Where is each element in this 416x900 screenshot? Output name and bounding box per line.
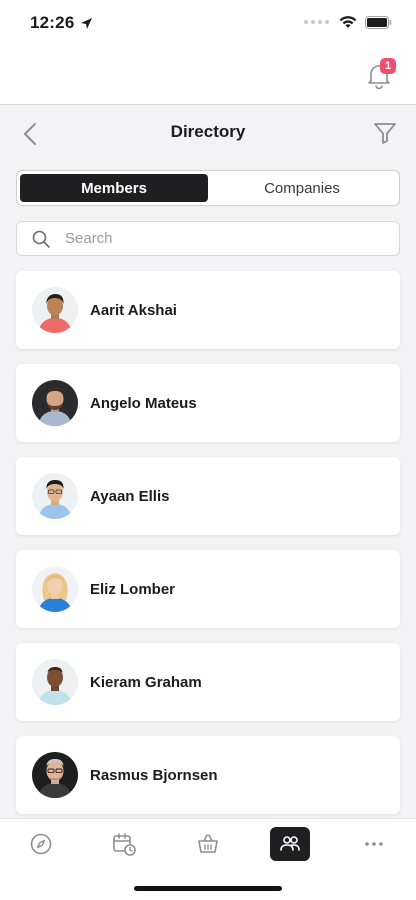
status-bar: 12:26 (0, 0, 416, 48)
member-name: Aarit Akshai (90, 301, 177, 319)
notification-badge: 1 (380, 58, 396, 74)
top-bar: 12:26 1 (0, 0, 416, 104)
page-title: Directory (170, 122, 246, 141)
basket-icon (198, 834, 218, 853)
member-card[interactable]: Angelo Mateus (16, 364, 400, 442)
member-card[interactable]: Rasmus Bjornsen (16, 736, 400, 814)
member-name: Ayaan Ellis (90, 487, 170, 505)
members-icon (280, 836, 300, 851)
member-card[interactable]: Aarit Akshai (16, 271, 400, 349)
avatar (32, 380, 78, 426)
avatar (32, 752, 78, 798)
compass-icon (30, 833, 52, 855)
member-name: Kieram Graham (90, 673, 202, 691)
member-card[interactable]: Ayaan Ellis (16, 457, 400, 535)
tab-more[interactable] (354, 827, 394, 861)
member-name: Angelo Mateus (90, 394, 197, 412)
location-arrow-icon (81, 17, 93, 29)
search-input[interactable] (65, 230, 365, 247)
tab-shop[interactable] (188, 827, 228, 861)
member-card[interactable]: Eliz Lomber (16, 550, 400, 628)
tab-members-directory[interactable] (270, 827, 310, 861)
nav-header: Directory (0, 105, 416, 160)
search-bar (16, 221, 400, 256)
tab-companies[interactable]: Companies (208, 174, 396, 202)
home-indicator (134, 886, 282, 891)
avatar (32, 473, 78, 519)
avatar (32, 566, 78, 612)
more-icon (365, 842, 383, 846)
tab-bookings[interactable] (104, 827, 144, 861)
avatar (32, 659, 78, 705)
tab-members[interactable]: Members (20, 174, 208, 202)
calendar-clock-icon (113, 833, 136, 856)
member-card[interactable]: Kieram Graham (16, 643, 400, 721)
segmented-control: Members Companies (16, 170, 400, 206)
status-time: 12:26 (30, 13, 75, 32)
member-name: Rasmus Bjornsen (90, 766, 218, 784)
filter-button[interactable] (372, 120, 398, 146)
notifications-button[interactable]: 1 (366, 58, 396, 90)
search-icon (32, 230, 50, 248)
wifi-icon (339, 16, 357, 28)
battery-icon (365, 15, 392, 29)
filter-icon (374, 123, 396, 144)
avatar (32, 287, 78, 333)
cellular-signal-icon (304, 20, 329, 24)
tab-explore[interactable] (21, 827, 61, 861)
member-name: Eliz Lomber (90, 580, 176, 598)
